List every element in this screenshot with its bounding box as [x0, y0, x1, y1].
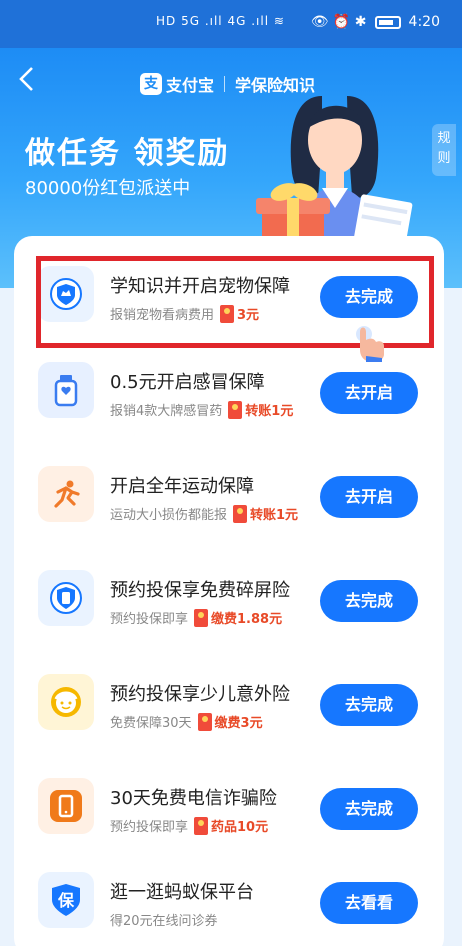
task-description: 得20元在线问诊券 [110, 910, 218, 929]
task-title: 预约投保享免费碎屏险 [110, 580, 290, 601]
task-reward: 缴费1.88元 [211, 612, 283, 627]
task-action-button[interactable]: 去开启 [320, 372, 418, 414]
task-description: 预约投保即享 缴费1.88元 [110, 608, 282, 627]
task-description: 报销4款大牌感冒药 转账1元 [110, 400, 293, 419]
task-row: 30天免费电信诈骗险预约投保即享 药品10元 去完成 [14, 748, 444, 852]
task-row: 开启全年运动保障运动大小损伤都能报 转账1元 去开启 [14, 436, 444, 540]
alipay-logo-icon: 支 [140, 73, 162, 95]
task-row: 预约投保享少儿意外险免费保障30天 缴费3元 去完成 [14, 644, 444, 748]
task-reward: 缴费3元 [214, 716, 263, 731]
task-title: 逛一逛蚂蚁保平台 [110, 882, 254, 903]
status-icons: 👁 ⏰ ✱ [310, 14, 367, 30]
bao-shield-icon: 保 [38, 872, 94, 928]
task-action-button[interactable]: 去完成 [320, 788, 418, 830]
task-description: 预约投保即享 药品10元 [110, 816, 268, 835]
brand-name: 支付宝 [166, 76, 215, 95]
network-indicators: HD 5G .ıll 4G .ıll ≋ [156, 14, 285, 28]
red-packet-icon [194, 816, 209, 835]
task-desc-text: 预约投保即享 [110, 612, 189, 627]
child-face-icon [38, 674, 94, 730]
task-description: 运动大小损伤都能报 转账1元 [110, 504, 298, 523]
task-title: 开启全年运动保障 [110, 476, 254, 497]
hero-title: 做任务 领奖励 [25, 136, 230, 171]
task-desc-text: 报销4款大牌感冒药 [110, 404, 223, 419]
battery-icon [374, 15, 401, 29]
red-packet-icon [194, 608, 209, 627]
task-title: 30天免费电信诈骗险 [110, 788, 277, 809]
task-title: 预约投保享少儿意外险 [110, 684, 290, 705]
clock: 4:20 [408, 14, 440, 30]
task-action-button[interactable]: 去完成 [320, 684, 418, 726]
task-action-button[interactable]: 去开启 [320, 476, 418, 518]
task-desc-text: 预约投保即享 [110, 820, 189, 835]
task-description: 免费保障30天 缴费3元 [110, 712, 263, 731]
red-packet-icon [197, 712, 212, 731]
task-desc-text: 得20元在线问诊券 [110, 914, 218, 929]
task-reward: 药品10元 [211, 820, 269, 835]
phone-shield-icon [38, 570, 94, 626]
task-action-button[interactable]: 去完成 [320, 580, 418, 622]
red-packet-icon [228, 400, 243, 419]
header-divider [224, 76, 226, 92]
task-title: 0.5元开启感冒保障 [110, 372, 265, 393]
status-bar: HD 5G .ıll 4G .ıll ≋ 👁 ⏰ ✱ 4:20 [0, 0, 462, 48]
red-packet-icon [233, 504, 248, 523]
task-reward: 转账1元 [250, 508, 299, 523]
rules-button[interactable]: 规则 [432, 124, 456, 176]
hero-subtitle: 80000份红包派送中 [25, 178, 191, 199]
running-icon [38, 466, 94, 522]
back-arrow-icon[interactable] [16, 66, 42, 92]
mobile-phone-icon [38, 778, 94, 834]
task-reward: 转账1元 [245, 404, 294, 419]
svg-text:保: 保 [57, 891, 75, 910]
task-desc-text: 免费保障30天 [110, 716, 192, 731]
task-row: 预约投保享免费碎屏险预约投保即享 缴费1.88元 去完成 [14, 540, 444, 644]
tap-hand-icon [356, 326, 384, 362]
task-row: 保 逛一逛蚂蚁保平台得20元在线问诊券 去看看 [14, 842, 444, 946]
status-right: 👁 ⏰ ✱ 4:20 [311, 14, 440, 30]
medicine-bottle-icon [38, 362, 94, 418]
task-desc-text: 运动大小损伤都能报 [110, 508, 228, 523]
task-action-button[interactable]: 去看看 [320, 882, 418, 924]
